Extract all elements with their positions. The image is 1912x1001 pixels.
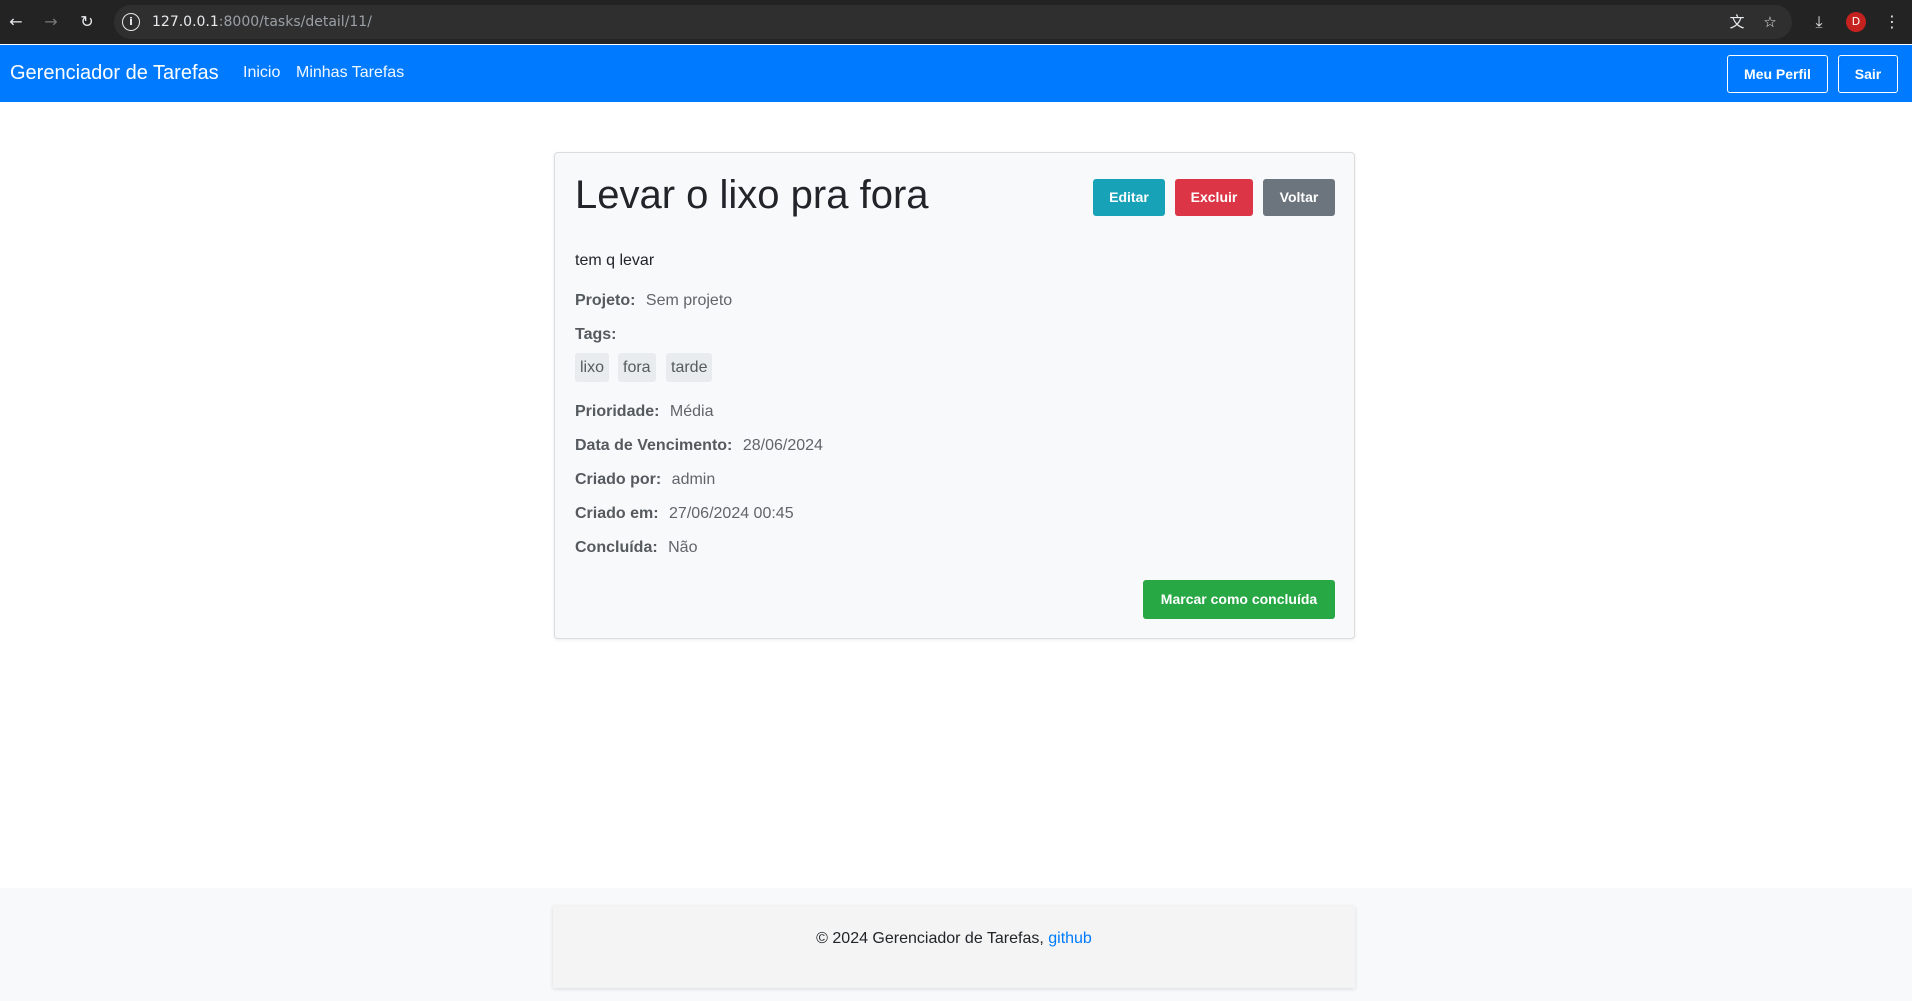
priority-value: Média <box>669 403 714 420</box>
profile-avatar[interactable]: D <box>1846 12 1866 32</box>
forward-icon[interactable]: → <box>40 11 62 33</box>
footer-copyright: © 2024 Gerenciador de Tarefas, <box>816 930 1049 947</box>
edit-button[interactable]: Editar <box>1093 179 1165 216</box>
created-by-label: Criado por: <box>575 471 662 488</box>
completed-value: Não <box>668 539 698 556</box>
tag-badge: fora <box>618 353 656 382</box>
nav-link-minhas-tarefas[interactable]: Minhas Tarefas <box>296 64 404 82</box>
download-icon[interactable]: ⤓ <box>1808 11 1830 33</box>
priority-field: Prioridade: Média <box>575 403 714 421</box>
url-text[interactable]: 127.0.0.1:8000/tasks/detail/11/ <box>152 14 372 30</box>
footer-text: © 2024 Gerenciador de Tarefas, github <box>553 930 1355 948</box>
tag-badge: tarde <box>666 353 713 382</box>
back-icon[interactable]: ← <box>5 11 27 33</box>
completed-field: Concluída: Não <box>575 539 697 557</box>
bookmark-star-icon[interactable]: ☆ <box>1759 11 1781 33</box>
address-bar[interactable]: i 127.0.0.1:8000/tasks/detail/11/ 文 ☆ <box>114 5 1792 39</box>
github-link[interactable]: github <box>1048 930 1092 947</box>
created-by-value: admin <box>671 471 716 488</box>
navbar-brand[interactable]: Gerenciador de Tarefas <box>10 62 219 85</box>
mark-complete-button[interactable]: Marcar como concluída <box>1143 580 1335 619</box>
tag-badge: lixo <box>575 353 610 382</box>
tags-field: Tags: <box>575 326 622 344</box>
due-date-field: Data de Vencimento: 28/06/2024 <box>575 437 823 455</box>
priority-label: Prioridade: <box>575 403 660 420</box>
url-host: 127.0.0.1 <box>152 14 219 30</box>
task-description: tem q levar <box>575 252 655 269</box>
completed-label: Concluída: <box>575 539 658 556</box>
reload-icon[interactable]: ↻ <box>76 11 98 33</box>
delete-button[interactable]: Excluir <box>1175 179 1253 216</box>
due-date-label: Data de Vencimento: <box>575 437 733 454</box>
app-navbar: Gerenciador de Tarefas Inicio Minhas Tar… <box>0 45 1912 102</box>
site-info-icon[interactable]: i <box>122 13 140 31</box>
browser-menu-icon[interactable]: ⋮ <box>1881 11 1903 33</box>
footer-box: © 2024 Gerenciador de Tarefas, github <box>553 906 1355 988</box>
project-field: Projeto: Sem projeto <box>575 292 732 310</box>
back-button[interactable]: Voltar <box>1263 179 1335 216</box>
task-title: Levar o lixo pra fora <box>575 173 929 217</box>
created-at-value: 27/06/2024 00:45 <box>669 505 794 522</box>
project-label: Projeto: <box>575 292 636 309</box>
task-detail-card: Levar o lixo pra fora Editar Excluir Vol… <box>554 152 1355 639</box>
due-date-value: 28/06/2024 <box>742 437 823 454</box>
url-path: :8000/tasks/detail/11/ <box>218 14 372 30</box>
tags-label: Tags: <box>575 326 617 343</box>
project-value: Sem projeto <box>645 292 733 309</box>
created-at-field: Criado em: 27/06/2024 00:45 <box>575 505 794 523</box>
created-at-label: Criado em: <box>575 505 659 522</box>
browser-toolbar: ← → ↻ i 127.0.0.1:8000/tasks/detail/11/ … <box>0 0 1912 44</box>
my-profile-button[interactable]: Meu Perfil <box>1727 55 1828 93</box>
nav-link-inicio[interactable]: Inicio <box>243 64 280 82</box>
translate-icon[interactable]: 文 <box>1726 11 1748 33</box>
logout-button[interactable]: Sair <box>1838 55 1898 93</box>
created-by-field: Criado por: admin <box>575 471 715 489</box>
